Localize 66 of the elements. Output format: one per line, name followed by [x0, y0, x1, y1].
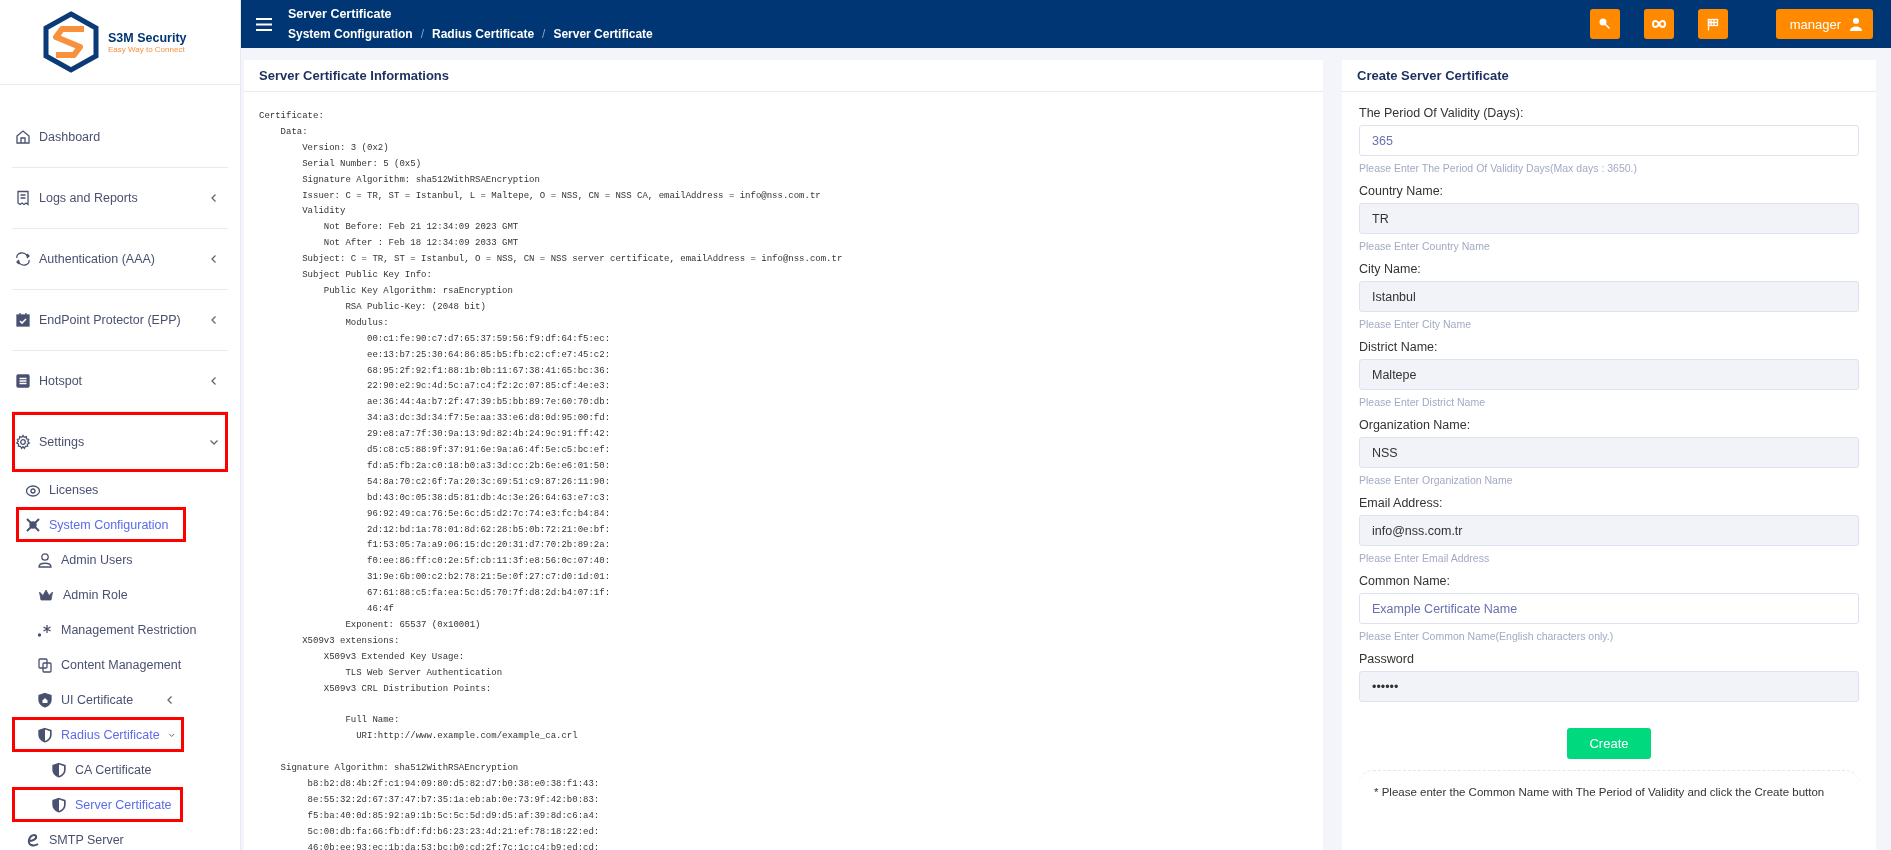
brand-tagline: Easy Way to Connect: [108, 44, 185, 54]
page-title: Server Certificate: [288, 7, 393, 21]
sidebar-item[interactable]: Logs and Reports: [12, 168, 228, 228]
sync-icon: [15, 251, 31, 267]
field-label: City Name:: [1359, 262, 1422, 276]
input-field[interactable]: 365: [1359, 125, 1859, 156]
sidebar-item[interactable]: Admin Role: [12, 577, 228, 612]
menu-icon[interactable]: [256, 17, 272, 31]
certificate-text: Certificate: Data: Version: 3 (0x2) Serial Number: 5 (0x5) Signature Algorithm: sha512WithRSAEncryption Issuer: C = TR, ST = Istanbul, L = Maltepe, O = NSS, CN = NSS CA, emailAddress = info@nss.com.tr Validity Not Before: Feb 21 12:34:09 2023 GMT Not After : Feb 18 12:34:09 2033 GMT Subject: C = TR, ST = Istanbul, O = NSS, CN = NSS server certificate, emailAddress = info@nss.com.tr Subject Public Key Info: Public Key Algorithm: rsaEncryption RSA Public-Key: (2048 bit) Modulus: 00:c1:fe:90:c7:d7:65:37:59:56:f9:df:64:f5:ec: ee:13:b7:25:30:64:86:85:b5:fb:c2:cf:e7:45:c2: 68:95:2f:92:f1:88:1b:0b:11:67:38:41:65:bc:36: 22:90:e2:9c:4d:5c:a7:c4:f2:2c:07:85:cf:4e:e3: ae:36:44:4a:b7:2f:47:39:b5:bb:89:7e:60:70:db: 34:a3:dc:3d:34:f7:5e:aa:33:e6:d8:0d:95:00:fd: 29:e8:a7:7f:30:9a:13:9d:82:4b:24:9c:91:ff:42: d5:c8:c5:88:9f:37:91:6e:9a:a6:4f:5e:c5:bc:ef: fd:a5:fb:2a:c0:18:b0:a3:3d:cc:2b:6e:e6:01:50: 54:8a:70:c2:6f:7a:20:3c:69:51:c9:87:26:11:90: bd:43:0c:05:38:d5:81:db:4c:3e:26:64:63:e7:c3: 96:92:49:ca:76:5e:6c:d5:d2:7c:74:e3:fc:b4:84: 2d:12:bd:1a:78:01:8d:62:28:b5:0b:72:21:0e:bf: f1:53:05:7a:a9:06:15:dc:20:31:d7:70:2b:89:2a: f0:ee:86:ff:c0:2e:5f:cb:11:3f:e8:56:0c:07:40: 31:9e:6b:00:c2:b2:78:21:5e:0f:27:c7:d0:1d:01: 67:61:88:c5:fa:ea:5c:d5:70:7f:d8:2d:b4:07:1f: 46:4f Exponent: 65537 (0x10001) X509v3 extensions: X509v3 Extended Key Usage: TLS Web Server Authentication X509v3 CRL Distribution Points: Full Name: URI:http://www.example.com/example_ca.crl Signature Algorithm: sha512WithRSAEncryption b8:b2:d8:4b:2f:c1:94:09:80:d5:82:d7:b0:38:e0:38:f1:43: 8e:55:32:2d:67:37:47:b7:35:1a:eb:ab:0e:73:9f:42:b0:83: f5:ba:40:0d:85:92:a9:1b:5c:5c:5d:d9:d5:af:39:8d:c6:a4: 5c:00:db:fa:66:fb:df:fd:b6:23:23:4d:21:ef:78:18:22:ed: 46:0b:ee:93:ec:1b:da:53:bc:b0:cd:2f:7c:1c:c4:b9:ed:cd:: [258, 110, 844, 850]
instruction-note: * Please enter the Common Name with The Period of Validity and click the Create button: [1359, 770, 1859, 813]
infinity-button[interactable]: [1643, 9, 1674, 39]
cog-cross-icon: [25, 516, 41, 533]
sidebar-item[interactable]: Admin Users: [12, 542, 228, 577]
sidebar-item[interactable]: Licenses: [16, 472, 228, 507]
sidebar-item[interactable]: Server Certificate: [12, 787, 183, 822]
breadcrumb[interactable]: Radius Certificate: [432, 27, 535, 41]
shield-icon: [37, 691, 53, 708]
breadcrumb: Server Certificate: [553, 27, 653, 41]
sidebar-item[interactable]: System Configuration: [16, 507, 186, 542]
sidebar-item[interactable]: SMTP Server: [16, 822, 228, 850]
help-text: Please Enter The Period Of Validity Days(Max days : 3650.): [1359, 162, 1638, 174]
home-icon: [15, 129, 31, 145]
copy-icon: [37, 656, 53, 673]
brand-name: S3M Security: [108, 30, 187, 45]
infinity-icon: [1650, 19, 1667, 29]
sidebar-item[interactable]: UI Certificate: [12, 682, 184, 717]
breadcrumb-separator: /: [542, 27, 546, 41]
help-text: Please Enter City Name: [1359, 318, 1473, 330]
help-text: Please Enter Country Name: [1359, 240, 1491, 252]
card-title: Server Certificate Informations: [244, 60, 1323, 92]
sidebar-item[interactable]: Radius Certificate: [12, 717, 184, 752]
sidebar-item[interactable]: Content Management: [12, 647, 228, 682]
sidebar-item[interactable]: Hotspot: [12, 351, 228, 411]
receipt-icon: [15, 190, 31, 206]
shield-icon: [51, 761, 67, 778]
sidebar-item[interactable]: Settings: [12, 412, 228, 472]
sidebar-item[interactable]: Management Restriction: [12, 612, 228, 647]
flag-button[interactable]: [1697, 9, 1728, 39]
card-title: Create Server Certificate: [1342, 60, 1876, 92]
field-label: Country Name:: [1359, 184, 1445, 198]
shield-icon: [51, 796, 67, 813]
flag-icon: [1706, 17, 1719, 31]
list-icon: [15, 373, 31, 389]
user-icon: [37, 551, 53, 568]
field-label: Password: [1359, 652, 1415, 666]
shield-icon: [37, 726, 53, 743]
field-label: Organization Name:: [1359, 418, 1472, 432]
field-label: The Period Of Validity (Days):: [1359, 106, 1525, 120]
help-text: Please Enter District Name: [1359, 396, 1487, 408]
breadcrumb[interactable]: System Configuration: [288, 27, 413, 41]
help-text: Please Enter Common Name(English characters only.): [1359, 630, 1615, 642]
field-label: District Name:: [1359, 340, 1439, 354]
help-text: Please Enter Email Address: [1359, 552, 1491, 564]
sidebar-item[interactable]: EndPoint Protector (EPP): [12, 290, 228, 350]
field-label: Email Address:: [1359, 496, 1444, 510]
gear-icon: [15, 434, 31, 450]
user-icon: [1849, 17, 1863, 31]
calendar-check-icon: [15, 312, 31, 328]
script-e-icon: [25, 831, 41, 848]
sidebar-item[interactable]: Authentication (AAA): [12, 229, 228, 289]
breadcrumb-separator: /: [420, 27, 425, 41]
help-text: Please Enter Organization Name: [1359, 474, 1514, 486]
field-label: Common Name:: [1359, 574, 1451, 588]
sidebar-item[interactable]: CA Certificate: [12, 752, 228, 787]
input-field[interactable]: Example Certificate Name: [1359, 593, 1859, 624]
sidebar-item[interactable]: Dashboard: [12, 107, 228, 167]
